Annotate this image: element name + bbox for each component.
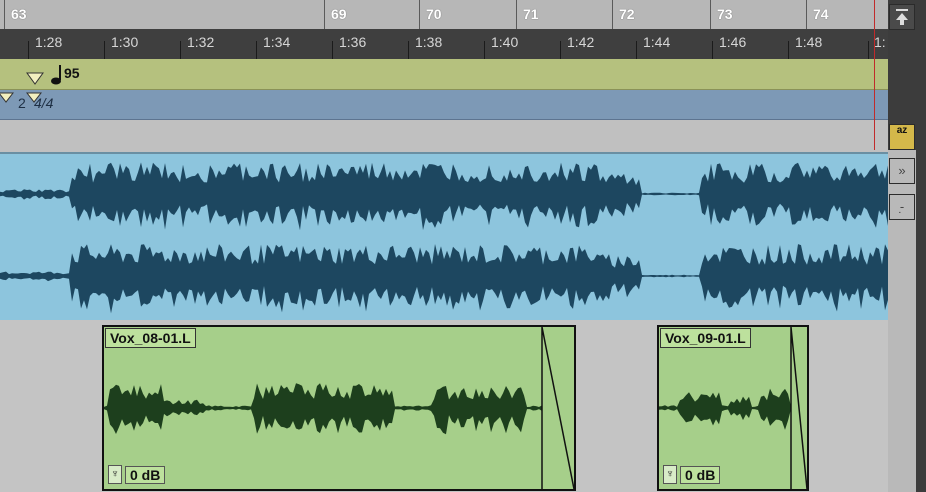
meter-marker-icon[interactable] bbox=[0, 92, 14, 104]
clip-gain-value: 0 dB bbox=[125, 465, 166, 484]
time-label: 1:44 bbox=[643, 34, 671, 50]
time-label: 1:28 bbox=[35, 34, 63, 50]
audio-track-region[interactable] bbox=[0, 152, 888, 322]
clip-track-area[interactable]: Vox_08-01.L ♆ 0 dB Vox_09-01.L ♆ 0 dB bbox=[0, 320, 888, 492]
clip-waveform bbox=[104, 327, 574, 489]
bar-number: 71 bbox=[516, 0, 539, 29]
collapse-icon[interactable]: -̣ bbox=[889, 194, 915, 220]
time-label: 1:32 bbox=[187, 34, 215, 50]
time-label: 1: bbox=[874, 34, 886, 50]
bar-number: 70 bbox=[419, 0, 442, 29]
clip-gain-control[interactable]: ♆ 0 dB bbox=[108, 465, 166, 484]
audio-waveform bbox=[0, 162, 888, 314]
gain-fader-icon: ♆ bbox=[663, 465, 677, 484]
track-scroll-lane[interactable]: » -̣ bbox=[888, 150, 916, 492]
audio-clip[interactable]: Vox_08-01.L ♆ 0 dB bbox=[102, 325, 576, 491]
time-label: 1:48 bbox=[795, 34, 823, 50]
time-label: 1:38 bbox=[415, 34, 443, 50]
empty-track-area[interactable] bbox=[0, 120, 888, 152]
bars-ruler[interactable]: 63 69 70 71 72 73 74 bbox=[0, 0, 888, 30]
minsecs-ruler[interactable]: 1:28 1:30 1:32 1:34 1:36 1:38 1:40 1:42 … bbox=[0, 29, 888, 59]
bar-number: 63 bbox=[4, 0, 27, 29]
clip-name: Vox_08-01.L bbox=[105, 328, 196, 348]
arrow-up-to-line-icon[interactable] bbox=[889, 4, 915, 30]
clip-gain-value: 0 dB bbox=[680, 465, 721, 484]
sort-az-icon[interactable]: az bbox=[889, 124, 915, 150]
clip-name: Vox_09-01.L bbox=[660, 328, 751, 348]
tempo-value: 95 bbox=[64, 65, 80, 81]
time-label: 1:34 bbox=[263, 34, 291, 50]
right-control-strip: az » -̣ bbox=[888, 0, 926, 492]
tempo-marker-icon[interactable] bbox=[26, 72, 44, 86]
quarter-note-icon bbox=[51, 65, 61, 85]
time-label: 1:40 bbox=[491, 34, 519, 50]
time-label: 1:42 bbox=[567, 34, 595, 50]
fast-forward-icon[interactable]: » bbox=[889, 158, 915, 184]
meter-marker-number: 2 bbox=[18, 95, 26, 111]
tempo-ruler[interactable]: 95 bbox=[0, 59, 916, 90]
meter-signature: 4/4 bbox=[34, 95, 54, 111]
bar-number: 69 bbox=[324, 0, 347, 29]
time-label: 1:46 bbox=[719, 34, 747, 50]
bar-number: 74 bbox=[806, 0, 829, 29]
playhead-line[interactable] bbox=[874, 0, 875, 150]
time-label: 1:36 bbox=[339, 34, 367, 50]
bar-number: 73 bbox=[710, 0, 733, 29]
gain-fader-icon: ♆ bbox=[108, 465, 122, 484]
clip-gain-control[interactable]: ♆ 0 dB bbox=[663, 465, 721, 484]
bar-number: 72 bbox=[612, 0, 635, 29]
az-label: az bbox=[896, 125, 908, 136]
audio-clip[interactable]: Vox_09-01.L ♆ 0 dB bbox=[657, 325, 809, 491]
time-label: 1:30 bbox=[111, 34, 139, 50]
meter-ruler[interactable]: 2 4/4 bbox=[0, 90, 916, 120]
